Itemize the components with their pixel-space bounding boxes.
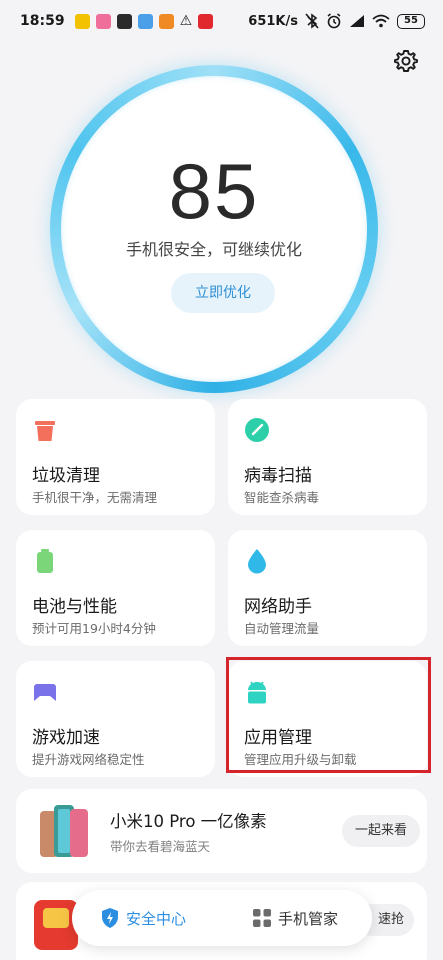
battery-indicator: 55	[397, 13, 425, 29]
card-subtitle: 手机很干净，无需清理	[32, 490, 158, 505]
security-score-ring: 85 手机很安全，可继续优化 立即优化	[50, 65, 378, 393]
score-caption: 手机很安全，可继续优化	[125, 240, 302, 259]
card-game-boost[interactable]: 游戏加速 提升游戏网络稳定性	[16, 661, 215, 777]
bluetooth-off-icon	[305, 13, 319, 29]
phone-thumbnail	[40, 805, 88, 857]
virus-scan-icon	[245, 418, 269, 442]
signal-icon	[350, 15, 364, 27]
card-virus-scan[interactable]: 病毒扫描 智能查杀病毒	[228, 399, 427, 515]
gamepad-icon	[34, 684, 56, 701]
nav-phone-manager[interactable]: 手机管家	[252, 890, 338, 946]
grid-icon	[253, 909, 271, 927]
status-left: 18:59 ⚠	[20, 13, 214, 29]
nav-security-label: 安全中心	[126, 909, 187, 928]
card-subtitle: 智能查杀病毒	[244, 490, 320, 505]
app-notification-icon	[137, 13, 153, 29]
status-bar: 18:59 ⚠ 651K/s 55	[0, 0, 443, 42]
card-subtitle: 预计可用19小时4分钟	[32, 621, 156, 636]
status-time: 18:59	[20, 13, 65, 29]
card-title: 游戏加速	[32, 728, 100, 748]
water-drop-icon	[248, 549, 266, 574]
app-notification-icon	[95, 13, 111, 29]
card-title: 应用管理	[244, 728, 312, 748]
nav-security-center[interactable]: 安全中心	[100, 890, 186, 946]
security-score: 85	[168, 147, 260, 235]
red-packet-icon	[34, 900, 78, 950]
nav-manager-label: 手机管家	[278, 909, 339, 928]
bottom-nav: 安全中心 手机管家	[72, 890, 372, 946]
card-network-assistant[interactable]: 网络助手 自动管理流量	[228, 530, 427, 646]
card-title: 电池与性能	[32, 597, 117, 617]
app-notification-icon	[74, 13, 90, 29]
gear-icon	[394, 50, 418, 72]
app-notification-icon	[198, 13, 214, 29]
android-icon	[248, 681, 266, 704]
warning-icon: ⚠	[179, 13, 193, 29]
promo-banner[interactable]: 小米10 Pro 一亿像素 带你去看碧海蓝天 一起来看	[16, 789, 427, 873]
card-subtitle: 管理应用升级与卸载	[244, 752, 357, 767]
card-app-management[interactable]: 应用管理 管理应用升级与卸载	[228, 661, 427, 777]
card-trash-cleanup[interactable]: 垃圾清理 手机很干净，无需清理	[16, 399, 215, 515]
promo-title: 小米10 Pro 一亿像素	[110, 812, 267, 831]
card-title: 网络助手	[244, 597, 312, 617]
promo-subtitle: 带你去看碧海蓝天	[110, 839, 211, 854]
card-battery-performance[interactable]: 电池与性能 预计可用19小时4分钟	[16, 530, 215, 646]
trash-icon	[35, 421, 55, 441]
card-title: 垃圾清理	[32, 466, 100, 486]
status-right: 651K/s 55	[248, 13, 425, 29]
card-subtitle: 提升游戏网络稳定性	[32, 752, 145, 767]
wifi-icon	[372, 14, 390, 28]
network-speed: 651K/s	[248, 13, 298, 29]
app-notification-icon	[116, 13, 132, 29]
promo-watch-button[interactable]: 一起来看	[342, 815, 420, 847]
battery-icon	[37, 549, 53, 573]
score-panel: 85 手机很安全，可继续优化 立即优化	[61, 76, 367, 382]
app-notification-icon	[158, 13, 174, 29]
settings-button[interactable]	[390, 45, 422, 77]
shield-icon	[102, 908, 118, 928]
card-title: 病毒扫描	[244, 466, 312, 486]
card-subtitle: 自动管理流量	[244, 621, 320, 636]
alarm-icon	[327, 13, 341, 29]
optimize-now-button[interactable]: 立即优化	[171, 273, 275, 313]
